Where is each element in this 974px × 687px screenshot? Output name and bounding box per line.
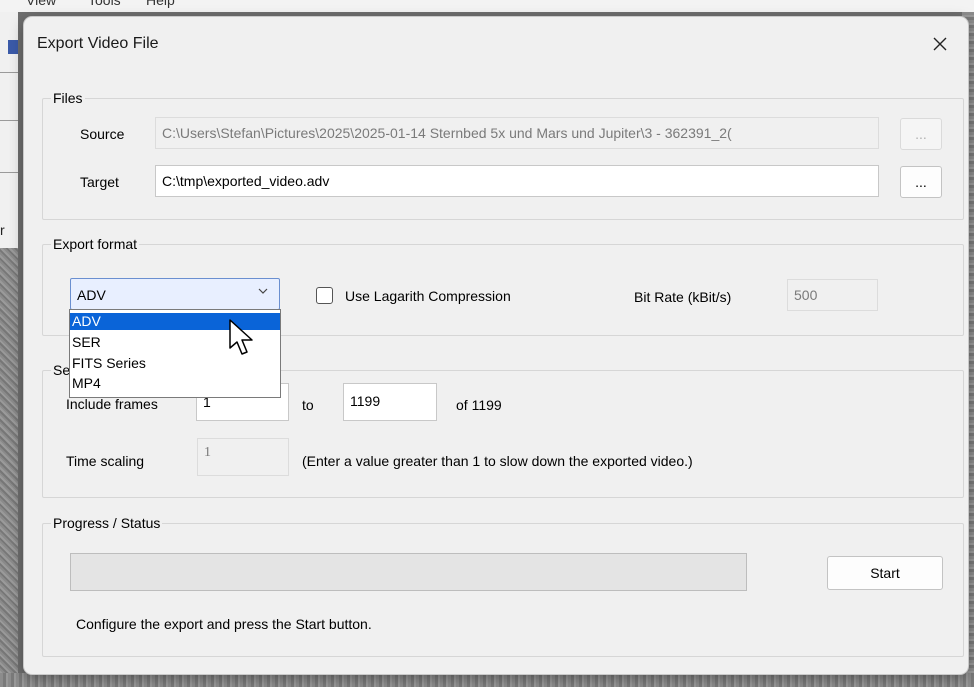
title-bar[interactable]: Export Video File bbox=[24, 17, 968, 73]
status-text: Configure the export and press the Start… bbox=[76, 616, 372, 632]
divider bbox=[0, 172, 18, 173]
format-select-value: ADV bbox=[77, 287, 106, 303]
mouse-cursor-icon bbox=[229, 319, 253, 355]
menu-help[interactable]: Help bbox=[146, 0, 175, 8]
to-label: to bbox=[302, 397, 314, 413]
background-image bbox=[0, 248, 18, 687]
format-option-mp4[interactable]: MP4 bbox=[70, 375, 280, 392]
background-text-fragment: r bbox=[0, 222, 5, 238]
files-group: Files bbox=[42, 90, 964, 220]
time-scaling-label: Time scaling bbox=[66, 453, 145, 469]
frame-count-label: of 1199 bbox=[456, 397, 502, 413]
target-label: Target bbox=[80, 174, 119, 190]
chevron-down-icon bbox=[257, 285, 269, 300]
include-frames-label: Include frames bbox=[66, 396, 158, 412]
background-left-panel: r bbox=[0, 12, 18, 687]
divider bbox=[0, 72, 18, 73]
start-button[interactable]: Start bbox=[827, 556, 943, 590]
close-icon bbox=[933, 37, 947, 51]
source-label: Source bbox=[80, 126, 125, 142]
target-browse-button[interactable]: ... bbox=[900, 166, 942, 198]
time-scaling-field[interactable]: 1 bbox=[197, 438, 289, 476]
format-select[interactable]: ADV bbox=[70, 278, 280, 310]
divider bbox=[0, 120, 18, 121]
menu-tools[interactable]: Tools bbox=[88, 0, 121, 8]
files-legend: Files bbox=[53, 90, 83, 106]
bitrate-label: Bit Rate (kBit/s) bbox=[634, 289, 732, 305]
toolbar-icon[interactable] bbox=[8, 40, 18, 54]
time-scaling-hint: (Enter a value greater than 1 to slow do… bbox=[302, 453, 693, 469]
progress-bar bbox=[70, 553, 747, 591]
background-image bbox=[0, 673, 974, 687]
source-path-field[interactable]: C:\Users\Stefan\Pictures\2025\2025-01-14… bbox=[155, 117, 879, 149]
background-menubar: View Tools Help bbox=[0, 0, 974, 12]
target-path-field[interactable]: C:\tmp\exported_video.adv bbox=[155, 165, 879, 197]
source-browse-button[interactable]: ... bbox=[900, 118, 942, 150]
to-frame-field[interactable]: 1199 bbox=[343, 383, 437, 421]
progress-legend: Progress / Status bbox=[53, 515, 161, 531]
lagarith-label[interactable]: Use Lagarith Compression bbox=[345, 288, 511, 304]
bitrate-field[interactable]: 500 bbox=[787, 279, 878, 311]
export-format-legend: Export format bbox=[53, 236, 138, 252]
dialog-title: Export Video File bbox=[37, 35, 159, 52]
lagarith-checkbox[interactable] bbox=[316, 287, 333, 304]
close-button[interactable] bbox=[920, 27, 960, 61]
menu-view[interactable]: View bbox=[26, 0, 56, 8]
